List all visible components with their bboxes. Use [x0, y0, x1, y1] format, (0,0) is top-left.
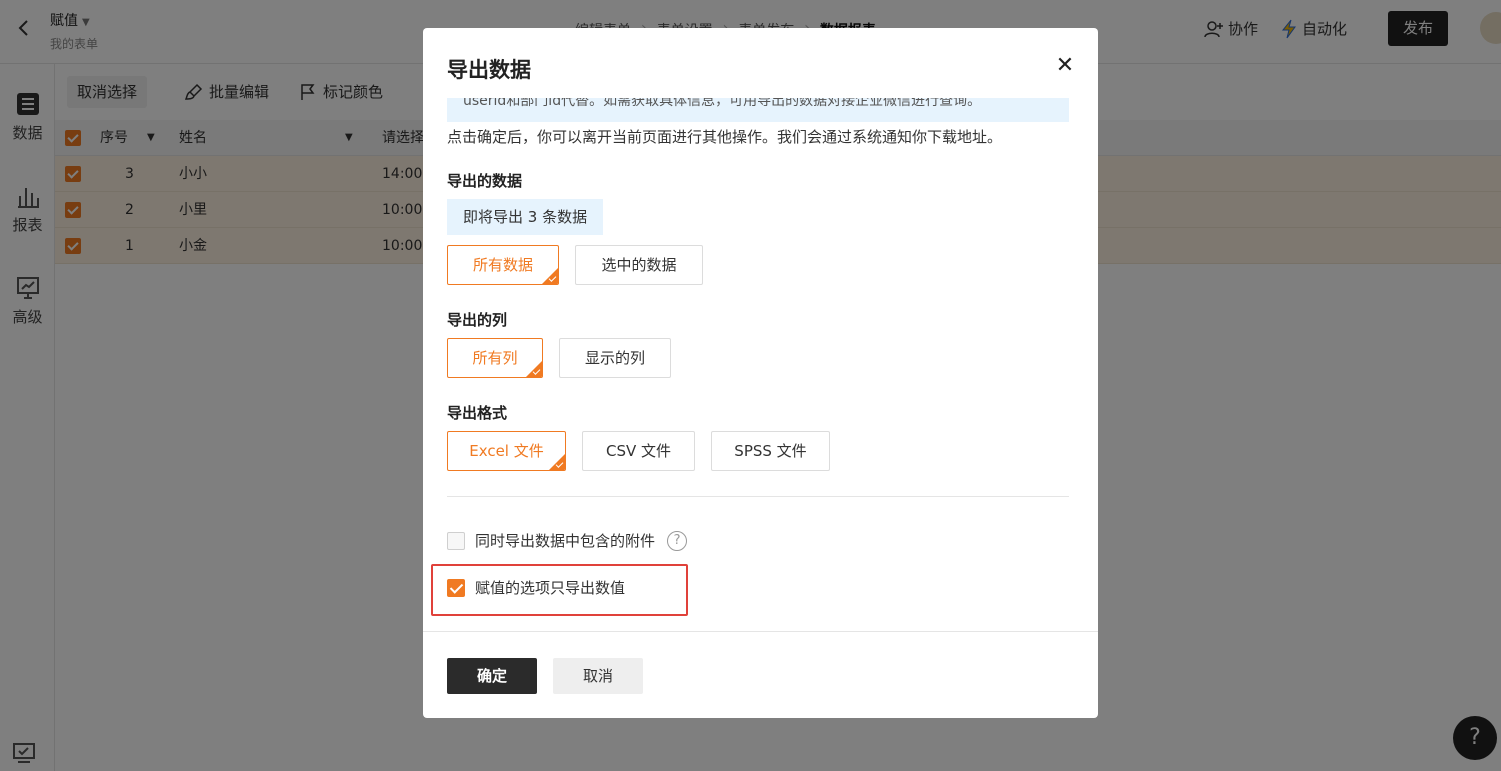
notice-after-text: 点击确定后，你可以离开当前页面进行其他操作。我们会通过系统通知你下载地址。: [447, 128, 1003, 146]
option-visible-columns[interactable]: 显示的列: [559, 338, 671, 378]
export-count-pill: 即将导出 3 条数据: [447, 199, 604, 235]
export-columns-label: 导出的列: [447, 311, 508, 329]
dialog-body: userid和部门id代替。如需获取具体信息，可用导出的数据对接企业微信进行查询…: [423, 98, 1098, 631]
option-excel-file[interactable]: Excel 文件: [447, 431, 566, 471]
help-circle-icon[interactable]: ?: [667, 530, 688, 551]
divider: [447, 496, 1069, 497]
export-values-only-checkbox[interactable]: [447, 578, 465, 597]
export-format-label: 导出格式: [447, 404, 508, 422]
option-csv-file[interactable]: CSV 文件: [582, 431, 695, 471]
export-values-only-option[interactable]: 赋值的选项只导出数值: [447, 577, 625, 598]
cancel-button[interactable]: 取消: [553, 658, 643, 694]
export-data-dialog: 导出数据 ✕ userid和部门id代替。如需获取具体信息，可用导出的数据对接企…: [423, 28, 1098, 718]
option-all-columns[interactable]: 所有列: [447, 338, 543, 378]
export-attachments-checkbox[interactable]: [447, 531, 465, 550]
close-icon[interactable]: ✕: [1053, 54, 1077, 78]
option-all-data[interactable]: 所有数据: [447, 245, 559, 285]
info-notice: userid和部门id代替。如需获取具体信息，可用导出的数据对接企业微信进行查询…: [447, 98, 1069, 122]
footer-divider: [423, 631, 1098, 632]
export-data-label: 导出的数据: [447, 172, 523, 190]
option-spss-file[interactable]: SPSS 文件: [711, 431, 830, 471]
export-attachments-option[interactable]: 同时导出数据中包含的附件 ?: [447, 530, 688, 551]
dialog-title: 导出数据: [447, 58, 531, 82]
confirm-button[interactable]: 确定: [447, 658, 537, 694]
option-selected-data[interactable]: 选中的数据: [575, 245, 703, 285]
